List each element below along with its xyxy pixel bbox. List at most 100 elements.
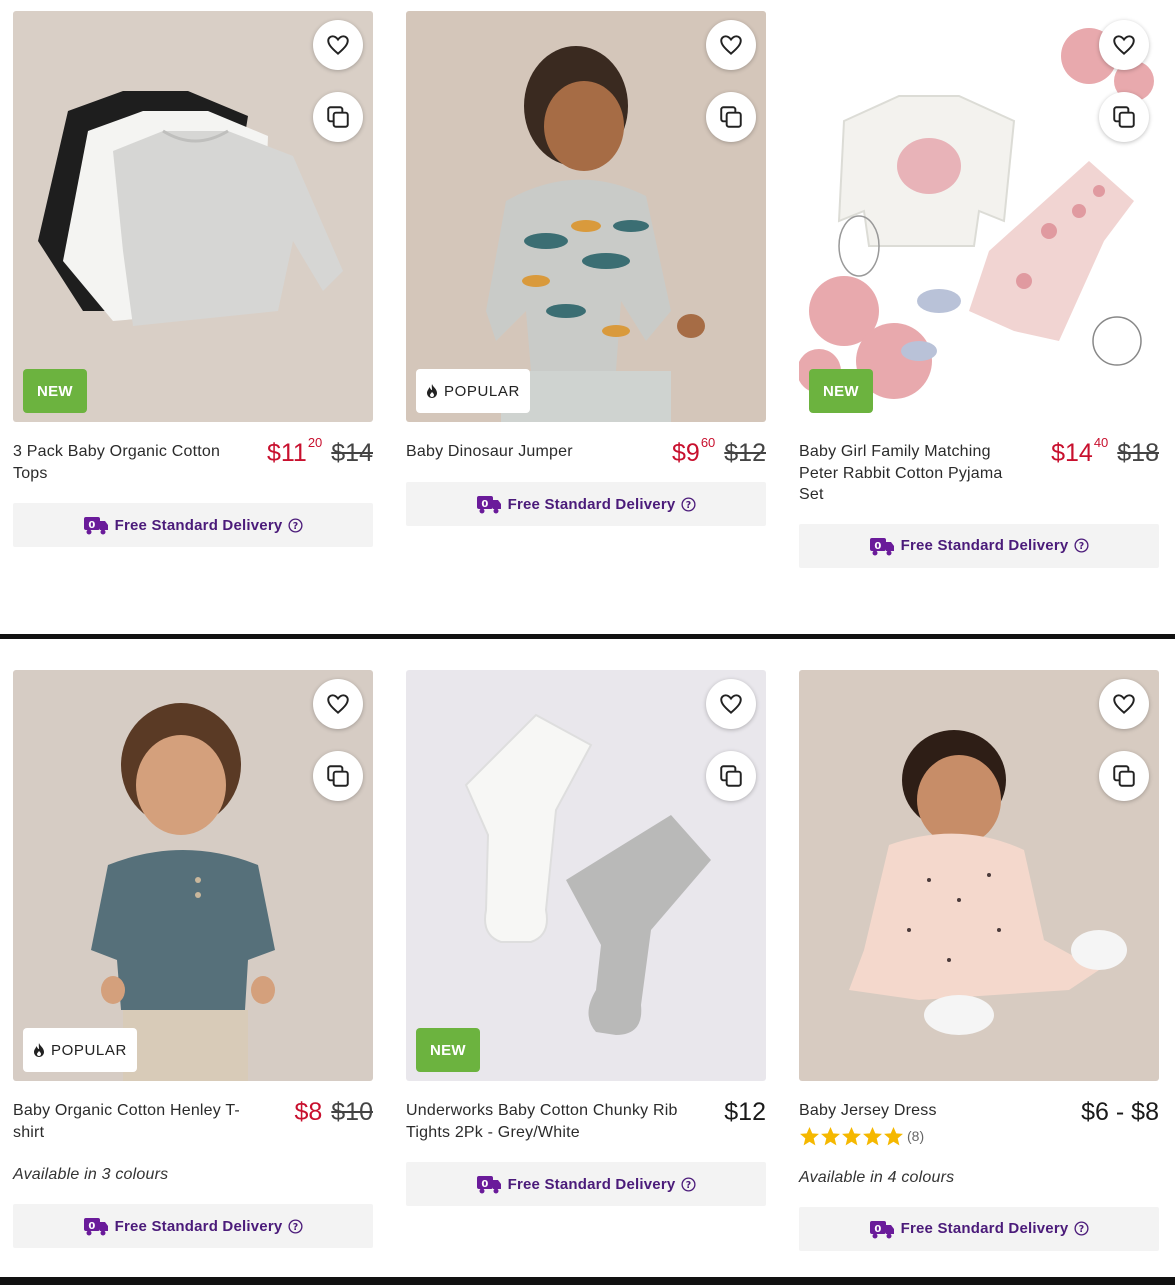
rating-stars[interactable]: (8) (799, 1126, 1159, 1147)
price-current: $12 (724, 1098, 766, 1126)
help-icon[interactable]: ? (681, 496, 696, 512)
svg-text:?: ? (686, 1179, 692, 1190)
product-card[interactable]: NEW 3 Pack Baby Organic Cotton Tops $112… (13, 11, 373, 547)
truck-icon: 0 (476, 1176, 501, 1194)
product-card[interactable]: NEW Baby Girl Family Matching Peter Rabb… (799, 11, 1159, 568)
product-card[interactable]: POPULAR Baby Organic Cotton Henley T-shi… (13, 670, 373, 1248)
product-image[interactable]: NEW (406, 670, 766, 1081)
product-image[interactable]: NEW (13, 11, 373, 422)
help-icon[interactable]: ? (288, 517, 303, 533)
compare-icon (720, 765, 742, 787)
product-row-1: NEW 3 Pack Baby Organic Cotton Tops $112… (0, 0, 1175, 620)
star-icon (863, 1126, 882, 1145)
availability-text: Available in 4 colours (799, 1168, 955, 1186)
price: $6 - $8 (1081, 1098, 1159, 1126)
product-title[interactable]: Baby Jersey Dress (799, 1100, 1027, 1122)
truck-icon: 0 (83, 1218, 108, 1236)
heart-icon (720, 694, 742, 714)
wishlist-button[interactable] (1099, 20, 1149, 70)
wishlist-button[interactable] (706, 20, 756, 70)
free-delivery-banner[interactable]: 0 Free Standard Delivery ? (13, 503, 373, 547)
badge-popular: POPULAR (23, 1028, 137, 1072)
svg-text:0: 0 (481, 1179, 488, 1190)
svg-text:0: 0 (88, 1221, 95, 1232)
product-image[interactable]: POPULAR (406, 11, 766, 422)
row-divider (0, 1277, 1175, 1285)
price-dollars: $14 (1051, 439, 1093, 467)
star-icon (821, 1126, 840, 1145)
was-price: $18 (1117, 439, 1159, 467)
product-image[interactable]: POPULAR (13, 670, 373, 1081)
badge-new: NEW (809, 369, 873, 413)
product-title[interactable]: Baby Organic Cotton Henley T-shirt (13, 1100, 263, 1143)
svg-text:?: ? (293, 520, 299, 531)
product-title[interactable]: Underworks Baby Cotton Chunky Rib Tights… (406, 1100, 706, 1143)
price: $8 $10 (294, 1098, 373, 1126)
was-price: $12 (724, 439, 766, 467)
wishlist-button[interactable] (1099, 679, 1149, 729)
wishlist-button[interactable] (706, 679, 756, 729)
badge-new: NEW (23, 369, 87, 413)
truck-icon: 0 (476, 496, 501, 514)
compare-button[interactable] (313, 751, 363, 801)
product-info: Baby Organic Cotton Henley T-shirt $8 $1… (13, 1098, 373, 1144)
svg-text:?: ? (1079, 541, 1085, 552)
free-delivery-banner[interactable]: 0 Free Standard Delivery ? (799, 1206, 1159, 1251)
product-card[interactable]: NEW Underworks Baby Cotton Chunky Rib Ti… (406, 670, 766, 1206)
product-image[interactable]: NEW (799, 11, 1159, 422)
star-icon (842, 1126, 861, 1145)
help-icon[interactable]: ? (1074, 538, 1089, 553)
delivery-text: Free Standard Delivery (900, 537, 1069, 554)
product-image[interactable] (799, 670, 1159, 1081)
compare-icon (1113, 765, 1135, 787)
svg-text:?: ? (293, 1221, 299, 1232)
free-delivery-banner[interactable]: 0 Free Standard Delivery ? (13, 1204, 373, 1248)
product-card[interactable]: Baby Jersey Dress (8) $6 - $8 Available … (799, 670, 1159, 1251)
flame-icon (427, 384, 437, 398)
star-icon (884, 1126, 903, 1145)
compare-button[interactable] (1099, 92, 1149, 142)
heart-icon (1113, 35, 1135, 55)
product-title[interactable]: Baby Dinosaur Jumper (406, 441, 634, 463)
sale-price: $960 (672, 435, 715, 467)
review-count: (8) (907, 1128, 925, 1144)
price-cents: 20 (307, 435, 323, 450)
help-icon[interactable]: ? (1074, 1221, 1089, 1236)
product-row-2: POPULAR Baby Organic Cotton Henley T-shi… (0, 659, 1175, 1279)
was-price: $14 (331, 439, 373, 467)
wishlist-button[interactable] (313, 20, 363, 70)
svg-text:0: 0 (88, 520, 95, 531)
price-cents: 40 (1093, 435, 1109, 450)
delivery-text: Free Standard Delivery (114, 1217, 283, 1235)
product-photo-tights (406, 670, 766, 1081)
product-title[interactable]: Baby Girl Family Matching Peter Rabbit C… (799, 441, 1027, 506)
product-info: Baby Jersey Dress (8) $6 - $8 (799, 1098, 1159, 1147)
product-info: Baby Dinosaur Jumper $960 $12 (406, 435, 766, 485)
compare-button[interactable] (1099, 751, 1149, 801)
truck-icon: 0 (83, 517, 108, 535)
free-delivery-banner[interactable]: 0 Free Standard Delivery ? (406, 1162, 766, 1206)
heart-icon (327, 35, 349, 55)
product-card[interactable]: POPULAR Baby Dinosaur Jumper $960 $12 0 … (406, 11, 766, 526)
help-icon[interactable]: ? (681, 1176, 696, 1192)
compare-button[interactable] (313, 92, 363, 142)
svg-text:0: 0 (874, 541, 881, 552)
free-delivery-banner[interactable]: 0 Free Standard Delivery ? (799, 523, 1159, 568)
row-divider (0, 634, 1175, 639)
truck-icon: 0 (869, 1220, 894, 1238)
star-icon (800, 1126, 819, 1145)
compare-icon (327, 765, 349, 787)
price-cents: 60 (700, 435, 716, 450)
compare-button[interactable] (706, 92, 756, 142)
wishlist-button[interactable] (313, 679, 363, 729)
product-title[interactable]: 3 Pack Baby Organic Cotton Tops (13, 441, 241, 484)
compare-button[interactable] (706, 751, 756, 801)
sale-price: $8 (294, 1098, 323, 1126)
sale-price: $1440 (1051, 435, 1108, 467)
product-photo-jersey-dress (799, 670, 1159, 1081)
svg-text:0: 0 (481, 499, 488, 510)
product-photo-henley-tshirt (13, 670, 373, 1081)
help-icon[interactable]: ? (288, 1218, 303, 1234)
price: $1440 $18 (1051, 435, 1159, 467)
free-delivery-banner[interactable]: 0 Free Standard Delivery ? (406, 482, 766, 526)
